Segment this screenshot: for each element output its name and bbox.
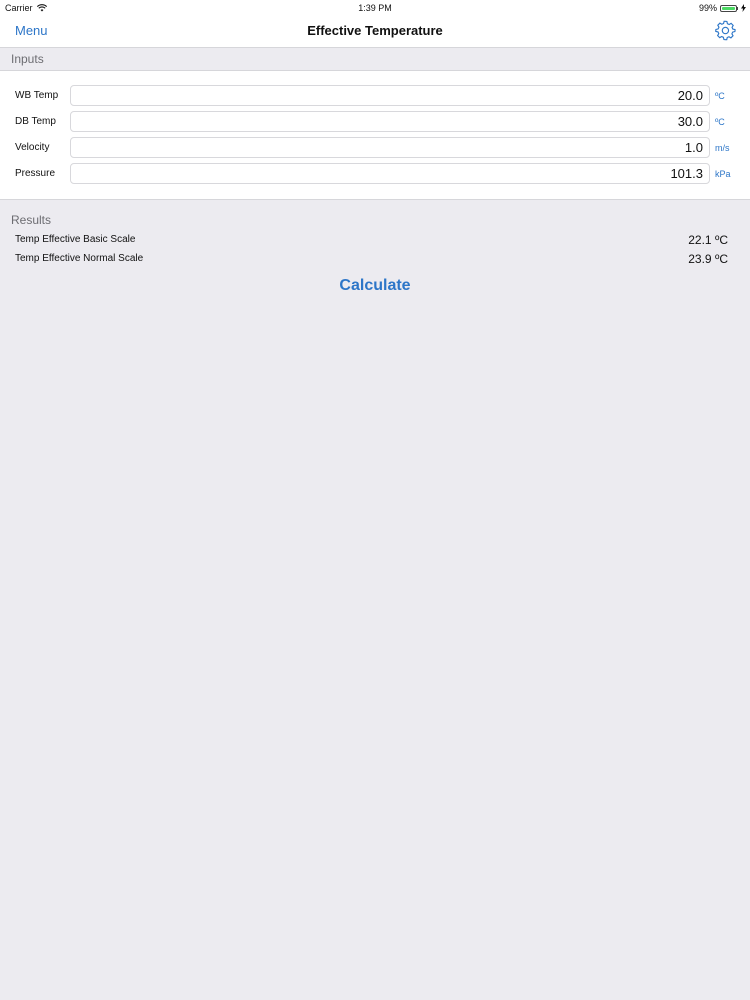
velocity-input[interactable] [70,137,710,158]
inputs-section-header: Inputs [0,48,750,71]
result-row-basic-scale: Temp Effective Basic Scale 22.1 ºC [0,231,750,249]
wb-temp-input[interactable] [70,85,710,106]
battery-tip [737,6,738,10]
normal-scale-value: 23.9 ºC [688,252,728,266]
db-temp-unit[interactable]: ºC [715,117,725,127]
result-row-normal-scale: Temp Effective Normal Scale 23.9 ºC [0,250,750,268]
basic-scale-value: 22.1 ºC [688,233,728,247]
charging-bolt-icon [741,4,746,12]
gear-icon[interactable] [715,20,736,41]
wb-temp-label: WB Temp [15,90,59,101]
wb-temp-unit[interactable]: ºC [715,91,725,101]
battery-fill [722,6,735,10]
pressure-label: Pressure [15,168,56,179]
battery-icon [720,4,737,12]
results-header-label: Results [11,213,52,227]
page-title: Effective Temperature [307,23,443,38]
db-temp-label: DB Temp [15,116,56,127]
navigation-bar: Menu Effective Temperature [0,16,750,48]
db-temp-input[interactable] [70,111,710,132]
normal-scale-label: Temp Effective Normal Scale [15,253,144,264]
status-right: 99% [699,3,746,13]
input-row-velocity: Velocity m/s [0,137,750,159]
input-row-db-temp: DB Temp ºC [0,111,750,133]
status-bar: Carrier 1:39 PM 99% [0,0,750,16]
basic-scale-label: Temp Effective Basic Scale [15,234,136,245]
battery-percent: 99% [698,3,717,13]
calculate-button[interactable]: Calculate [0,277,750,295]
velocity-label: Velocity [15,142,50,153]
pressure-unit[interactable]: kPa [715,169,731,179]
input-row-wb-temp: WB Temp ºC [0,85,750,107]
status-time: 1:39 PM [358,3,392,13]
inputs-header-label: Inputs [11,52,44,66]
velocity-unit[interactable]: m/s [715,143,730,153]
pressure-input[interactable] [70,163,710,184]
input-row-pressure: Pressure kPa [0,163,750,185]
inputs-panel: WB Temp ºC DB Temp ºC Velocity m/s Press… [0,71,750,200]
results-section-header: Results [0,210,750,228]
